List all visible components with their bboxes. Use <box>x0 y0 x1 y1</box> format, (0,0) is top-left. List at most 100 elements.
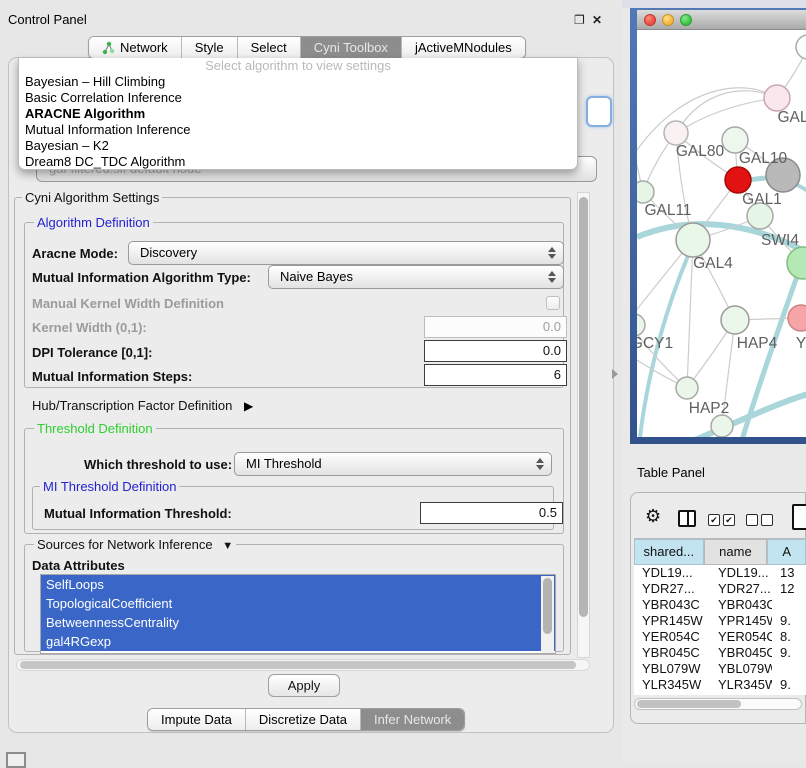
data-attributes-list[interactable]: SelfLoops TopologicalCoefficient Between… <box>40 574 556 654</box>
network-node-gal80[interactable] <box>664 121 688 145</box>
network-node-gal4[interactable] <box>676 223 710 257</box>
aracne-mode-combo[interactable]: Discovery <box>128 241 564 265</box>
tab-cyni-toolbox[interactable]: Cyni Toolbox <box>300 37 401 58</box>
table-row[interactable]: YDL19...YDL19...13 <box>634 565 806 581</box>
network-node-hap4[interactable] <box>721 306 749 334</box>
panel-splitter-handle[interactable] <box>612 369 618 379</box>
network-node-gal11[interactable] <box>637 181 654 203</box>
table-horizontal-scrollbar[interactable] <box>634 698 802 710</box>
sources-legend[interactable]: Sources for Network Inference ▼ <box>34 537 236 552</box>
manual-kernel-label: Manual Kernel Width Definition <box>32 296 224 311</box>
split-columns-icon[interactable] <box>678 510 696 527</box>
control-panel-tabbar: Network Style Select Cyni Toolbox jActiv… <box>88 36 526 59</box>
algorithm-option-selected[interactable]: ARACNE Algorithm <box>19 106 577 122</box>
settings-horizontal-scrollbar[interactable] <box>16 659 590 671</box>
table-row[interactable]: YBR045CYBR045C9. <box>634 645 806 661</box>
tab-infer-network[interactable]: Infer Network <box>360 709 464 730</box>
control-panel-titlebar: Control Panel ❐ ✕ <box>0 0 622 24</box>
threshold-definition-legend: Threshold Definition <box>34 421 156 436</box>
column-header-name[interactable]: name <box>704 539 768 565</box>
network-window-titlebar[interactable] <box>637 10 806 30</box>
column-header-partial[interactable]: A <box>767 539 806 565</box>
minimized-panel-icon[interactable] <box>6 752 26 768</box>
network-node-gal-partial[interactable] <box>764 85 790 111</box>
algorithm-definition-legend: Algorithm Definition <box>34 215 153 230</box>
float-panel-icon[interactable]: ❐ <box>574 13 585 27</box>
attribute-item[interactable]: SelfLoops <box>41 575 555 594</box>
table-row[interactable]: YBL079WYBL079W <box>634 661 806 677</box>
attribute-item[interactable]: gal4RGexp <box>41 632 555 651</box>
network-node-bottom[interactable] <box>711 415 733 437</box>
tab-discretize-data[interactable]: Discretize Data <box>245 709 360 730</box>
apply-button[interactable]: Apply <box>268 674 340 697</box>
tab-jactivemnodules[interactable]: jActiveMNodules <box>401 37 525 58</box>
network-node-partial[interactable] <box>796 35 806 59</box>
table-row[interactable]: YDR27...YDR27...12 <box>634 581 806 597</box>
mi-threshold-field[interactable]: 0.5 <box>420 502 563 524</box>
inference-algorithm-combo-partial[interactable] <box>586 96 612 127</box>
attribute-item[interactable]: BetweennessCentrality <box>41 613 555 632</box>
mi-algorithm-type-value: Naive Bayes <box>280 269 353 284</box>
zoom-window-icon[interactable] <box>680 14 692 26</box>
sources-legend-label: Sources for Network Inference <box>37 537 213 552</box>
cell: YER054C <box>634 629 706 645</box>
manual-kernel-checkbox[interactable] <box>546 296 560 310</box>
network-node-salmon[interactable] <box>788 305 806 331</box>
table-row[interactable]: YER054CYER054C8. <box>634 629 806 645</box>
cell: 8. <box>772 629 806 645</box>
close-panel-icon[interactable]: ✕ <box>592 13 602 27</box>
network-canvas[interactable]: GAL GAL80 GAL10 GAL1 GAL11 SWI4 GAL4 GCY… <box>637 30 806 437</box>
node-label: GAL1 <box>742 191 782 208</box>
cell <box>772 597 806 613</box>
network-node-bright-green[interactable] <box>787 247 806 279</box>
cell: YBR043C <box>634 597 706 613</box>
table-row[interactable]: YPR145WYPR145W9. <box>634 613 806 629</box>
settings-vertical-scrollbar[interactable] <box>577 192 590 658</box>
table-row[interactable]: YBR043CYBR043C <box>634 597 806 613</box>
algorithm-option[interactable]: Dream8 DC_TDC Algorithm <box>19 154 577 170</box>
checkbox-checked-icon[interactable]: ✔ <box>708 514 720 526</box>
network-node-hap2[interactable] <box>676 377 698 399</box>
mi-algorithm-type-combo[interactable]: Naive Bayes <box>268 265 564 289</box>
cell: YBR043C <box>706 597 772 613</box>
tab-network[interactable]: Network <box>89 37 181 58</box>
cell: YBR045C <box>706 645 772 661</box>
hub-definition-toggle[interactable]: Hub/Transcription Factor Definition ▶ <box>32 398 253 413</box>
mi-steps-field[interactable]: 6 <box>424 364 567 386</box>
checkbox-checked-icon[interactable]: ✔ <box>723 514 735 526</box>
table-row[interactable]: YIL052CYIL052C9. <box>634 693 806 695</box>
document-icon[interactable] <box>792 504 806 530</box>
close-window-icon[interactable] <box>644 14 656 26</box>
minimize-window-icon[interactable] <box>662 14 674 26</box>
cell: YLR345W <box>634 677 706 693</box>
tab-impute-data[interactable]: Impute Data <box>148 709 245 730</box>
algorithm-option[interactable]: Bayesian – K2 <box>19 138 577 154</box>
kernel-width-field[interactable]: 0.0 <box>424 316 567 338</box>
which-threshold-combo[interactable]: MI Threshold <box>234 452 552 476</box>
checkbox-unchecked-icon[interactable] <box>761 514 773 526</box>
stepper-icon <box>548 247 556 259</box>
cell <box>772 661 806 677</box>
algorithm-option[interactable]: Basic Correlation Inference <box>19 90 577 106</box>
algorithm-option[interactable]: Mutual Information Inference <box>19 122 577 138</box>
stepper-icon <box>548 271 556 283</box>
dpi-tolerance-field[interactable]: 0.0 <box>424 340 567 362</box>
mi-threshold-label: Mutual Information Threshold: <box>44 506 232 521</box>
tab-style[interactable]: Style <box>181 37 237 58</box>
node-table[interactable]: shared... name A YDL19...YDL19...13 YDR2… <box>634 538 806 695</box>
cell: YBL079W <box>706 661 772 677</box>
column-header-shared-name[interactable]: shared... <box>634 539 704 565</box>
checkbox-unchecked-icon[interactable] <box>746 514 758 526</box>
attribute-item[interactable]: TopologicalCoefficient <box>41 594 555 613</box>
table-row[interactable]: YLR345WYLR345W9. <box>634 677 806 693</box>
aracne-mode-value: Discovery <box>140 245 197 260</box>
gear-icon[interactable]: ⚙ <box>645 506 661 527</box>
node-label: HAP2 <box>689 400 730 417</box>
cell: YDL19... <box>634 565 706 581</box>
aracne-mode-label: Aracne Mode: <box>32 246 118 261</box>
algorithm-option[interactable]: Bayesian – Hill Climbing <box>19 74 577 90</box>
tab-select[interactable]: Select <box>237 37 300 58</box>
attributes-scrollbar[interactable] <box>541 576 554 654</box>
network-node-gal1[interactable] <box>725 167 751 193</box>
network-node-gcy1[interactable] <box>637 314 645 336</box>
